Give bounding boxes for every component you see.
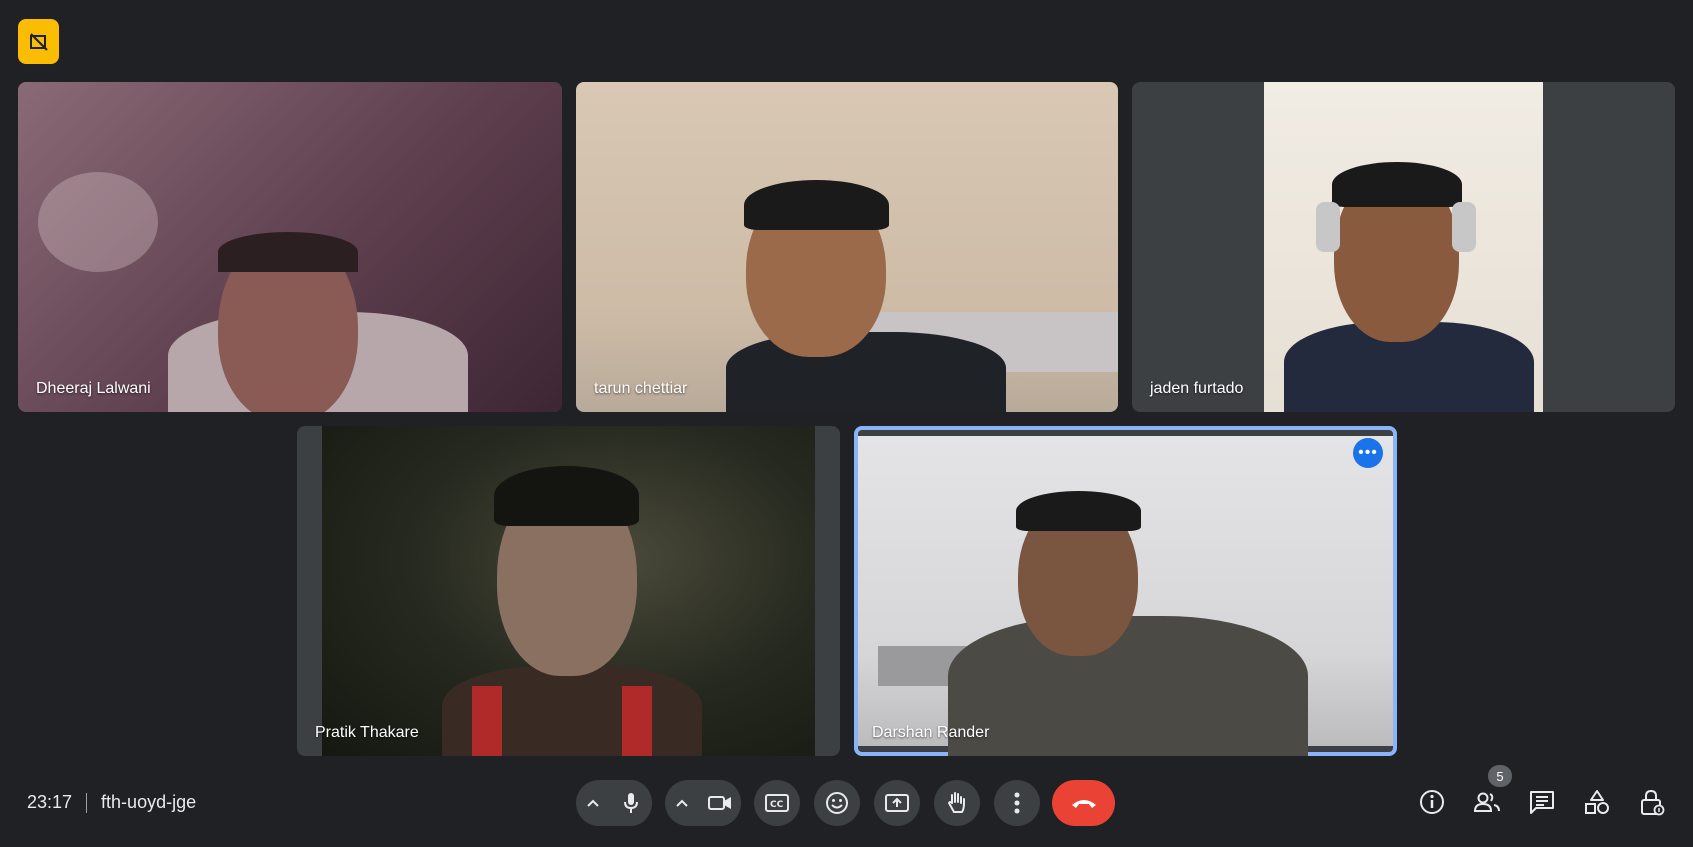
activities-button[interactable] — [1577, 782, 1617, 822]
no-recording-icon[interactable] — [18, 19, 59, 64]
video-feed — [322, 426, 815, 756]
chat-button[interactable] — [1522, 782, 1562, 822]
closed-captions-icon: CC — [765, 794, 789, 812]
video-feed — [1264, 82, 1543, 412]
participant-count-badge: 5 — [1488, 765, 1512, 787]
video-settings-button[interactable] — [665, 780, 699, 826]
audio-control-group — [576, 780, 652, 826]
host-controls-button[interactable] — [1632, 782, 1672, 822]
video-control-group — [665, 780, 741, 826]
participant-name: jaden furtado — [1150, 380, 1244, 397]
tile-options-button[interactable]: ••• — [1353, 438, 1383, 468]
participant-name: tarun chettiar — [594, 380, 688, 397]
present-screen-icon — [885, 794, 909, 812]
camera-icon — [708, 796, 731, 810]
chat-icon — [1530, 791, 1554, 814]
raise-hand-button[interactable] — [934, 780, 980, 826]
emoji-icon — [826, 792, 848, 814]
meeting-code: fth-uoyd-jge — [101, 792, 197, 812]
present-screen-button[interactable] — [874, 780, 920, 826]
divider — [86, 792, 88, 813]
activities-icon — [1585, 790, 1609, 814]
participant-tile[interactable]: jaden furtado — [1132, 82, 1675, 412]
more-vert-icon — [1014, 792, 1020, 814]
raise-hand-icon — [947, 792, 965, 813]
meeting-time: 23:17 — [27, 792, 73, 812]
video-feed — [858, 436, 1393, 756]
captions-button[interactable]: CC — [754, 780, 800, 826]
people-button[interactable] — [1467, 782, 1507, 822]
participant-name: Darshan Rander — [872, 724, 990, 741]
participant-name: Pratik Thakare — [315, 724, 419, 741]
more-options-button[interactable] — [994, 780, 1040, 826]
end-call-button[interactable] — [1052, 780, 1115, 826]
participant-tile-selected[interactable]: ••• Darshan Rander — [854, 426, 1397, 756]
people-icon — [1473, 792, 1500, 812]
microphone-icon — [624, 793, 638, 813]
svg-text:CC: CC — [770, 800, 784, 810]
meeting-info: 23:17 fth-uoyd-jge — [27, 792, 196, 813]
participant-tile[interactable]: Pratik Thakare — [297, 426, 840, 756]
microphone-button[interactable] — [610, 780, 652, 826]
video-feed — [576, 82, 1118, 412]
participant-tile[interactable]: Dheeraj Lalwani — [18, 82, 562, 412]
participant-tile[interactable]: tarun chettiar — [576, 82, 1118, 412]
meeting-details-button[interactable] — [1412, 782, 1452, 822]
bottom-toolbar: 23:17 fth-uoyd-jge CC — [0, 770, 1693, 836]
emoji-button[interactable] — [814, 780, 860, 826]
video-feed — [18, 82, 562, 412]
host-controls-icon — [1641, 789, 1665, 816]
chevron-up-icon — [587, 799, 599, 807]
audio-settings-button[interactable] — [576, 780, 610, 826]
info-icon — [1420, 790, 1444, 814]
participant-name: Dheeraj Lalwani — [36, 380, 151, 397]
chevron-up-icon — [676, 799, 688, 807]
camera-button[interactable] — [699, 780, 741, 826]
end-call-icon — [1071, 800, 1096, 808]
